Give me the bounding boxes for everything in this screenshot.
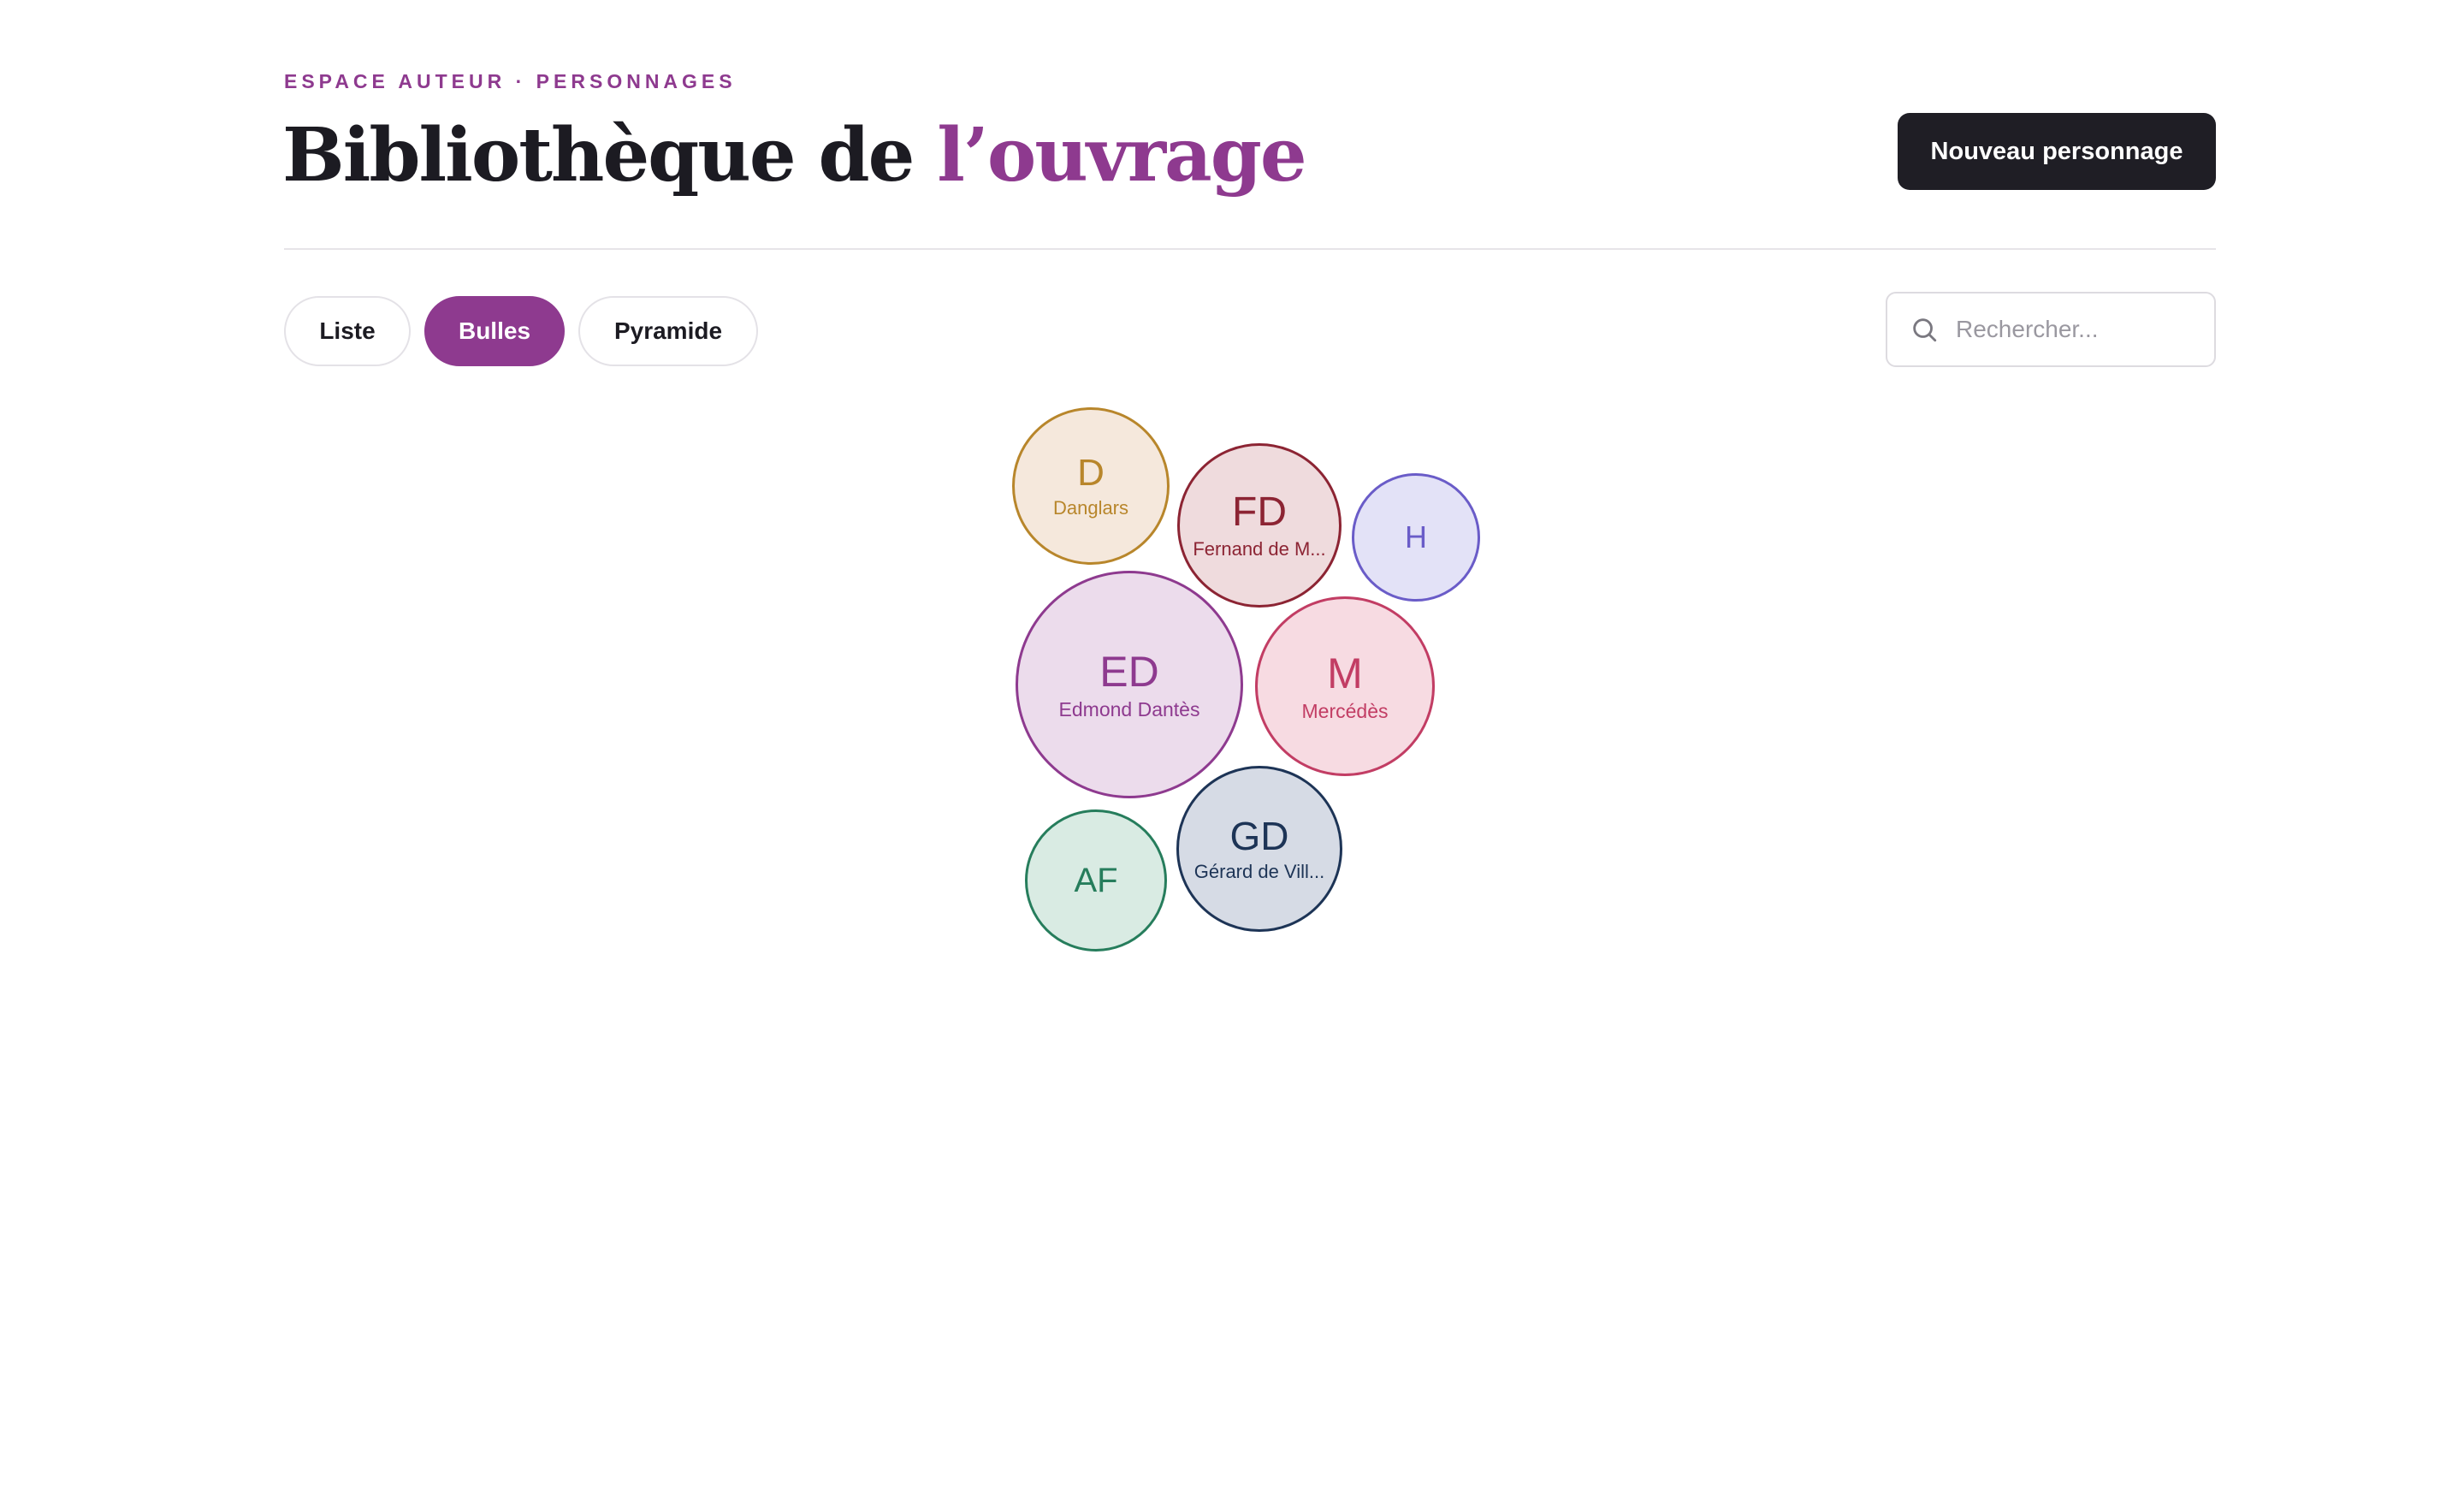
character-name: Mercédès (1301, 699, 1389, 722)
search-icon (1913, 318, 1937, 342)
character-initials: D (1077, 452, 1105, 494)
character-name: Edmond Dantès (1058, 697, 1200, 720)
character-bubble[interactable]: M Mercédès (1255, 596, 1435, 776)
character-bubble[interactable]: D Danglars (1012, 407, 1170, 565)
page-title-main: Bibliothèque de (282, 112, 938, 199)
character-name: Danglars (1052, 497, 1129, 519)
character-bubble[interactable]: H (1352, 473, 1480, 602)
search-input[interactable] (1954, 315, 2206, 344)
character-initials: AF (1074, 862, 1118, 899)
view-switcher: Liste Bulles Pyramide (284, 296, 758, 366)
character-initials: H (1405, 519, 1427, 554)
character-bubble[interactable]: AF (1025, 809, 1167, 952)
page-title: Bibliothèque de l’ouvrage (282, 101, 1307, 210)
tab-bulles[interactable]: Bulles (424, 296, 565, 366)
page-title-accent: l’ouvrage (937, 112, 1306, 199)
character-bubble[interactable]: GD Gérard de Vill... (1176, 766, 1342, 932)
character-bubble[interactable]: FD Fernand de M... (1177, 443, 1342, 608)
character-initials: M (1327, 649, 1363, 697)
new-character-button[interactable]: Nouveau personnage (1898, 113, 2216, 190)
header-divider (284, 248, 2216, 250)
tab-liste[interactable]: Liste (284, 296, 411, 366)
character-initials: FD (1232, 489, 1287, 535)
character-bubble[interactable]: ED Edmond Dantès (1016, 571, 1243, 798)
character-initials: GD (1229, 814, 1289, 858)
tab-pyramide[interactable]: Pyramide (578, 296, 758, 366)
character-name: Fernand de M... (1193, 538, 1326, 560)
breadcrumb-eyebrow: ESPACE AUTEUR · PERSONNAGES (284, 70, 737, 92)
character-initials: ED (1099, 647, 1159, 696)
search-box[interactable] (1886, 292, 2216, 367)
bubble-chart: D Danglars FD Fernand de M... H ED Edmond Dant… (0, 0, 2464, 1506)
character-name: Gérard de Vill... (1194, 861, 1325, 882)
